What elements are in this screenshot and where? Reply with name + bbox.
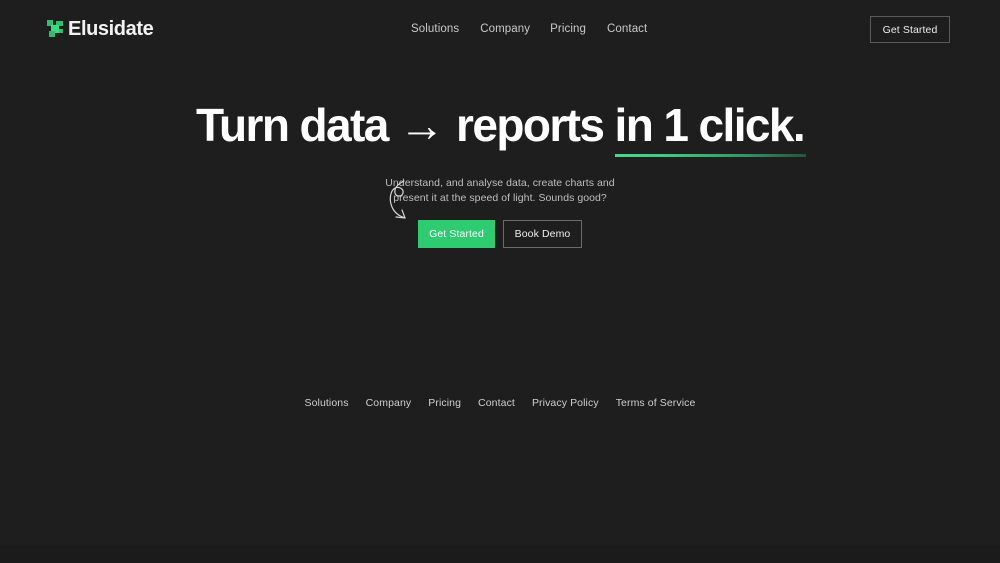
nav-item-contact[interactable]: Contact xyxy=(607,23,647,35)
hero-subtext: Understand, and analyse data, create cha… xyxy=(0,176,1000,206)
headline-accent-text: in 1 click. xyxy=(614,99,806,151)
pixel-squares-logo-icon xyxy=(47,20,64,38)
site-footer: Solutions Company Pricing Contact Privac… xyxy=(0,397,1000,409)
hero-get-started-button[interactable]: Get Started xyxy=(418,220,495,248)
nav-item-solutions[interactable]: Solutions xyxy=(411,23,459,35)
right-arrow-icon: → xyxy=(398,99,445,151)
footer-link-terms-of-service[interactable]: Terms of Service xyxy=(616,397,696,409)
primary-nav: Solutions Company Pricing Contact xyxy=(411,23,647,35)
nav-item-pricing[interactable]: Pricing xyxy=(550,23,586,35)
hero-subtext-line-2: present it at the speed of light. Sounds… xyxy=(393,192,607,204)
brand-name: Elusidate xyxy=(68,18,154,40)
bottom-band xyxy=(0,545,1000,563)
curly-arrow-icon xyxy=(389,180,406,219)
headline-part-1: Turn data xyxy=(195,99,399,151)
hero-book-demo-button[interactable]: Book Demo xyxy=(503,220,582,248)
hero-section: Turn data → reports in 1 click. Understa… xyxy=(0,95,1000,248)
landing-page: Elusidate Solutions Company Pricing Cont… xyxy=(0,0,1000,563)
footer-link-solutions[interactable]: Solutions xyxy=(305,397,349,409)
brand-logo[interactable]: Elusidate xyxy=(47,18,154,40)
headline-accent: in 1 click. xyxy=(614,95,807,157)
footer-link-privacy-policy[interactable]: Privacy Policy xyxy=(532,397,599,409)
footer-link-contact[interactable]: Contact xyxy=(478,397,515,409)
nav-item-company[interactable]: Company xyxy=(480,23,530,35)
page-title: Turn data → reports in 1 click. xyxy=(0,95,1000,157)
accent-underline xyxy=(614,154,807,157)
footer-link-company[interactable]: Company xyxy=(366,397,412,409)
header-get-started-button[interactable]: Get Started xyxy=(870,16,950,43)
footer-link-pricing[interactable]: Pricing xyxy=(428,397,461,409)
site-header: Elusidate Solutions Company Pricing Cont… xyxy=(0,0,1000,60)
hero-cta-row: Get Started Book Demo xyxy=(0,220,1000,248)
headline-part-2: reports xyxy=(444,99,615,151)
